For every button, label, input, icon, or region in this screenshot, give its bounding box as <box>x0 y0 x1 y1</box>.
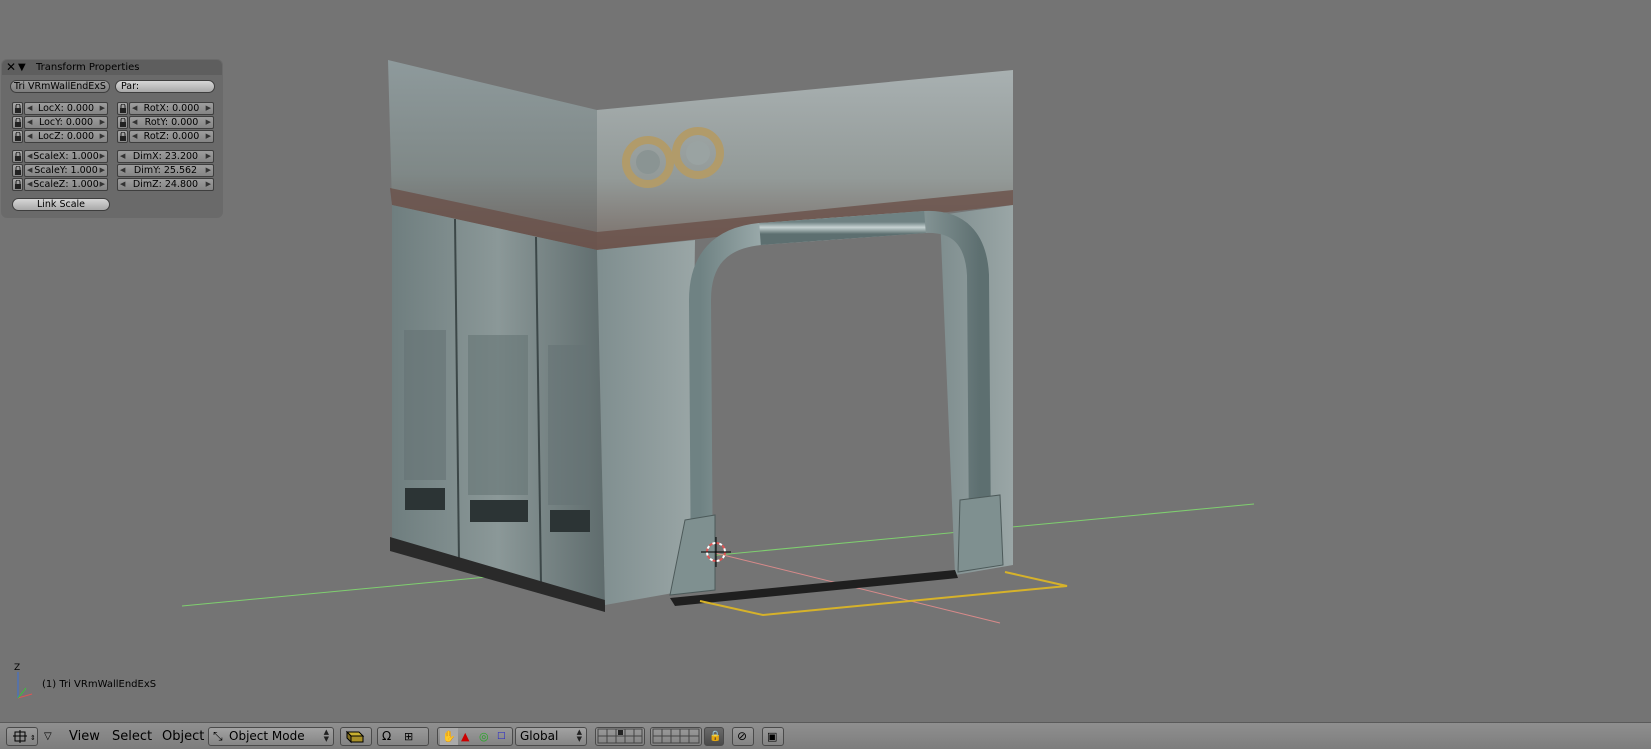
rotate-manipulator-icon[interactable]: ◎ <box>479 728 489 745</box>
menu-collapse-icon[interactable]: ▽ <box>44 728 52 745</box>
lock-scalex-icon[interactable] <box>12 150 23 163</box>
locy-field[interactable]: ◀ LocY: 0.000 ▶ <box>24 116 108 129</box>
lock-locz-icon[interactable] <box>12 130 23 143</box>
svg-text:⇕: ⇕ <box>30 734 36 742</box>
translate-manipulator-icon[interactable]: ▲ <box>461 728 469 745</box>
door-frame <box>688 210 991 591</box>
lock-rotz-icon[interactable] <box>117 130 128 143</box>
scalez-field[interactable]: ◀ ScaleZ: 1.000 ▶ <box>24 178 108 191</box>
magnet-icon[interactable]: Ω <box>382 728 391 745</box>
scaley-field[interactable]: ◀ ScaleY: 1.000 ▶ <box>24 164 108 177</box>
mode-select-value: Object Mode <box>229 729 305 743</box>
orientation-select[interactable]: Global ▲ ▼ <box>515 727 587 746</box>
rotz-field[interactable]: ◀ RotZ: 0.000 ▶ <box>129 130 214 143</box>
lock-locx-icon[interactable] <box>12 102 23 115</box>
editor-type-icon: ⇕ <box>13 730 36 743</box>
layer-buttons-group-2[interactable] <box>650 727 702 746</box>
transform-properties-panel[interactable]: ✕ ▼ Transform Properties Tri VRmWallEndE… <box>2 60 222 217</box>
lock-icon: 🔒 <box>709 731 722 742</box>
hand-manipulator-icon[interactable]: ✋ <box>440 728 458 745</box>
draw-type-button[interactable] <box>340 727 372 746</box>
parent-field[interactable]: Par: <box>115 80 215 93</box>
menu-view[interactable]: View <box>69 728 100 745</box>
link-scale-label: Link Scale <box>36 199 86 210</box>
scene-render[interactable] <box>0 0 1651 722</box>
pivot-group[interactable]: Ω ⊞ <box>377 727 429 746</box>
object-name-field[interactable]: Tri VRmWallEndExS <box>10 80 110 93</box>
object-mode-icon: ⤡ <box>213 729 223 743</box>
collapse-triangle-icon[interactable]: ▼ <box>18 60 26 75</box>
object-name-text: Tri VRmWallEndExS <box>14 81 106 92</box>
orientation-select-value: Global <box>520 729 559 743</box>
parent-label: Par: <box>121 81 140 92</box>
locx-field[interactable]: ◀ LocX: 0.000 ▶ <box>24 102 108 115</box>
textured-shading-icon <box>345 730 365 744</box>
locz-field[interactable]: ◀ LocZ: 0.000 ▶ <box>24 130 108 143</box>
lock-layers-button[interactable]: 🔒 <box>704 727 724 746</box>
manipulator-group[interactable]: ✋ ▲ ◎ □ <box>437 727 513 746</box>
layer-buttons-group-1[interactable] <box>595 727 645 746</box>
axis-z-label: Z <box>14 663 20 673</box>
image-icon: ▣ <box>767 730 778 743</box>
no-entry-icon: ⊘ <box>737 729 748 743</box>
lock-roty-icon[interactable] <box>117 116 128 129</box>
panel-title: Transform Properties <box>36 62 140 73</box>
lock-scaley-icon[interactable] <box>12 164 23 177</box>
panel-titlebar[interactable]: ✕ ▼ Transform Properties <box>2 60 222 75</box>
dimy-field[interactable]: ◀ DimY: 25.562 ▶ <box>117 164 214 177</box>
rotx-field[interactable]: ◀ RotX: 0.000 ▶ <box>129 102 214 115</box>
lock-locy-icon[interactable] <box>12 116 23 129</box>
active-object-label: (1) Tri VRmWallEndExS <box>42 679 157 690</box>
3d-view-header: ⇕ ▽ View Select Object ⤡ Object Mode ▲ ▼ … <box>0 722 1651 749</box>
render-image-button[interactable]: ▣ <box>762 727 784 746</box>
render-preview-button[interactable]: ⊘ <box>732 727 754 746</box>
y-axis-line <box>181 503 1255 607</box>
layers-grid-icon <box>597 728 643 744</box>
layers-grid-icon <box>652 728 700 744</box>
roty-field[interactable]: ◀ RotY: 0.000 ▶ <box>129 116 214 129</box>
scale-manipulator-icon[interactable]: □ <box>497 728 506 745</box>
menu-select[interactable]: Select <box>112 728 152 745</box>
dimx-field[interactable]: ◀ DimX: 23.200 ▶ <box>117 150 214 163</box>
editor-type-button[interactable]: ⇕ <box>6 727 38 746</box>
3d-viewport[interactable]: ✕ ▼ Transform Properties Tri VRmWallEndE… <box>0 0 1651 722</box>
link-scale-button[interactable]: Link Scale <box>12 198 110 211</box>
scalex-field[interactable]: ◀ ScaleX: 1.000 ▶ <box>24 150 108 163</box>
pivot-icon[interactable]: ⊞ <box>404 728 413 745</box>
mode-select[interactable]: ⤡ Object Mode ▲ ▼ <box>208 727 334 746</box>
close-icon[interactable]: ✕ <box>6 60 16 75</box>
lock-scalez-icon[interactable] <box>12 178 23 191</box>
menu-object[interactable]: Object <box>162 728 204 745</box>
updown-arrows-icon: ▲ ▼ <box>323 728 329 743</box>
lock-rotx-icon[interactable] <box>117 102 128 115</box>
updown-arrows-icon: ▲ ▼ <box>576 728 582 743</box>
axis-gizmo-icon: Z <box>14 663 33 699</box>
dimz-field[interactable]: ◀ DimZ: 24.800 ▶ <box>117 178 214 191</box>
